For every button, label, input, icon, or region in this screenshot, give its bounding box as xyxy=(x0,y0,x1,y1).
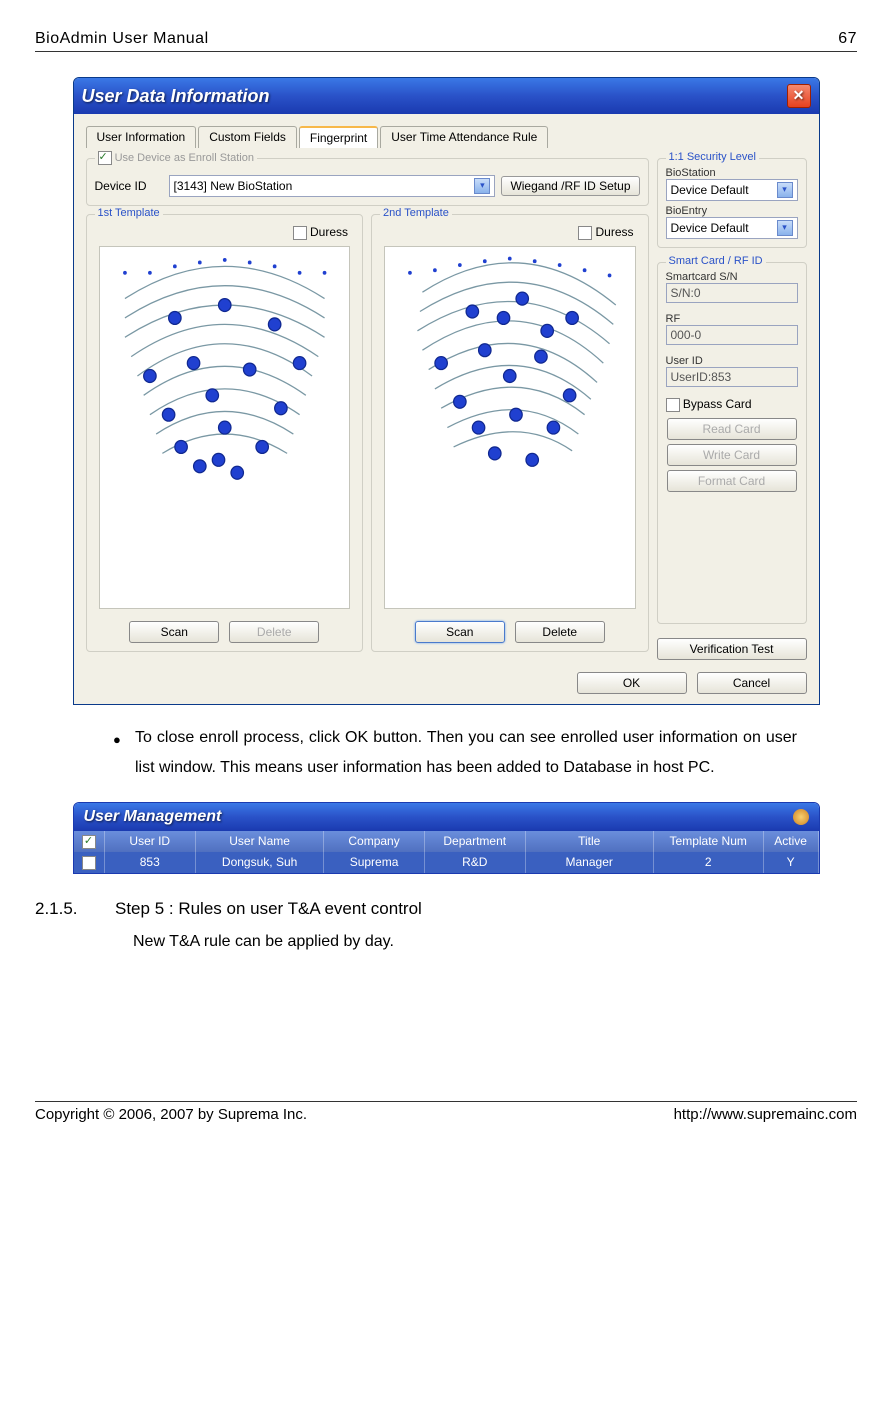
template2-canvas xyxy=(384,246,636,609)
enroll-checkbox[interactable] xyxy=(98,151,112,165)
close-icon[interactable]: ✕ xyxy=(787,84,811,108)
template2-duress-checkbox[interactable] xyxy=(578,226,592,240)
user-management-title: User Management xyxy=(74,803,819,831)
col-template-num[interactable]: Template Num xyxy=(654,831,764,852)
template2-legend: 2nd Template xyxy=(380,207,452,219)
template1-fieldset: 1st Template Duress xyxy=(86,214,364,652)
col-user-id[interactable]: User ID xyxy=(105,831,197,852)
section-body: New T&A rule can be applied by day. xyxy=(133,933,857,951)
template1-delete-button[interactable]: Delete xyxy=(229,621,319,643)
header-checkbox[interactable] xyxy=(82,835,96,849)
tab-fingerprint[interactable]: Fingerprint xyxy=(299,126,378,148)
enroll-fieldset: Use Device as Enroll Station Device ID [… xyxy=(86,158,649,206)
template1-legend: 1st Template xyxy=(95,207,163,219)
sn-input[interactable]: S/N:0 xyxy=(666,283,798,303)
userid-input[interactable]: UserID:853 xyxy=(666,367,798,387)
rf-label: RF xyxy=(666,313,798,325)
wiegand-setup-button[interactable]: Wiegand /RF ID Setup xyxy=(501,176,639,196)
security-level-fieldset: 1:1 Security Level BioStation Device Def… xyxy=(657,158,807,248)
device-id-label: Device ID xyxy=(95,179,163,193)
cell-user-name: Dongsuk, Suh xyxy=(196,852,324,873)
ok-button[interactable]: OK xyxy=(577,672,687,694)
user-data-dialog: User Data Information ✕ User Information… xyxy=(73,77,820,705)
enroll-legend: Use Device as Enroll Station xyxy=(95,151,257,165)
chevron-down-icon: ▾ xyxy=(777,220,793,236)
cancel-button[interactable]: Cancel xyxy=(697,672,807,694)
security-legend: 1:1 Security Level xyxy=(666,151,759,163)
userid-label: User ID xyxy=(666,355,798,367)
tab-user-information[interactable]: User Information xyxy=(86,126,197,148)
doc-header: BioAdmin User Manual 67 xyxy=(35,30,857,52)
read-card-button[interactable]: Read Card xyxy=(667,418,797,440)
cell-user-id: 853 xyxy=(105,852,197,873)
template1-scan-button[interactable]: Scan xyxy=(129,621,219,643)
bypass-label: Bypass Card xyxy=(683,397,752,411)
row-checkbox[interactable] xyxy=(82,856,96,870)
col-department[interactable]: Department xyxy=(425,831,526,852)
biostation-label: BioStation xyxy=(666,167,798,179)
chevron-down-icon: ▾ xyxy=(777,182,793,198)
dialog-tabs: User Information Custom Fields Fingerpri… xyxy=(86,126,807,148)
biostation-select[interactable]: Device Default ▾ xyxy=(666,179,798,201)
dialog-titlebar[interactable]: User Data Information ✕ xyxy=(74,78,819,114)
tab-custom-fields[interactable]: Custom Fields xyxy=(198,126,297,148)
table-row[interactable]: 853 Dongsuk, Suh Suprema R&D Manager 2 Y xyxy=(74,852,819,873)
sn-label: Smartcard S/N xyxy=(666,271,798,283)
tab-time-attendance[interactable]: User Time Attendance Rule xyxy=(380,126,548,148)
col-active[interactable]: Active xyxy=(764,831,819,852)
bioentry-select[interactable]: Device Default ▾ xyxy=(666,217,798,239)
copyright: Copyright © 2006, 2007 by Suprema Inc. xyxy=(35,1106,307,1123)
section-title: Step 5 : Rules on user T&A event control xyxy=(115,899,422,919)
cell-active: Y xyxy=(764,852,819,873)
user-management-panel: User Management User ID User Name Compan… xyxy=(73,802,820,874)
cell-title: Manager xyxy=(526,852,654,873)
verification-test-button[interactable]: Verification Test xyxy=(657,638,807,660)
col-company[interactable]: Company xyxy=(324,831,425,852)
user-icon xyxy=(793,809,809,825)
template1-canvas xyxy=(99,246,351,609)
smartcard-fieldset: Smart Card / RF ID Smartcard S/N S/N:0 R… xyxy=(657,262,807,624)
template1-duress-checkbox[interactable] xyxy=(293,226,307,240)
duress-label: Duress xyxy=(595,225,633,239)
footer-url: http://www.supremainc.com xyxy=(674,1106,857,1123)
rf-input[interactable]: 000-0 xyxy=(666,325,798,345)
doc-title: BioAdmin User Manual xyxy=(35,30,209,48)
bioentry-label: BioEntry xyxy=(666,205,798,217)
section-heading: 2.1.5. Step 5 : Rules on user T&A event … xyxy=(35,899,857,919)
doc-footer: Copyright © 2006, 2007 by Suprema Inc. h… xyxy=(35,1101,857,1123)
dialog-title: User Data Information xyxy=(82,86,270,107)
write-card-button[interactable]: Write Card xyxy=(667,444,797,466)
device-id-select[interactable]: [3143] New BioStation ▾ xyxy=(169,175,496,197)
bypass-checkbox[interactable] xyxy=(666,398,680,412)
smartcard-legend: Smart Card / RF ID xyxy=(666,255,766,267)
bullet-paragraph: To close enroll process, click OK button… xyxy=(135,723,797,782)
cell-company: Suprema xyxy=(324,852,425,873)
template2-delete-button[interactable]: Delete xyxy=(515,621,605,643)
col-title[interactable]: Title xyxy=(526,831,654,852)
template2-scan-button[interactable]: Scan xyxy=(415,621,505,643)
chevron-down-icon: ▾ xyxy=(474,178,490,194)
template2-fieldset: 2nd Template Duress xyxy=(371,214,649,652)
section-number: 2.1.5. xyxy=(35,899,115,919)
col-user-name[interactable]: User Name xyxy=(196,831,324,852)
page-number: 67 xyxy=(838,30,857,48)
user-table-header: User ID User Name Company Department Tit… xyxy=(74,831,819,852)
cell-template-num: 2 xyxy=(654,852,764,873)
format-card-button[interactable]: Format Card xyxy=(667,470,797,492)
duress-label: Duress xyxy=(310,225,348,239)
cell-department: R&D xyxy=(425,852,526,873)
